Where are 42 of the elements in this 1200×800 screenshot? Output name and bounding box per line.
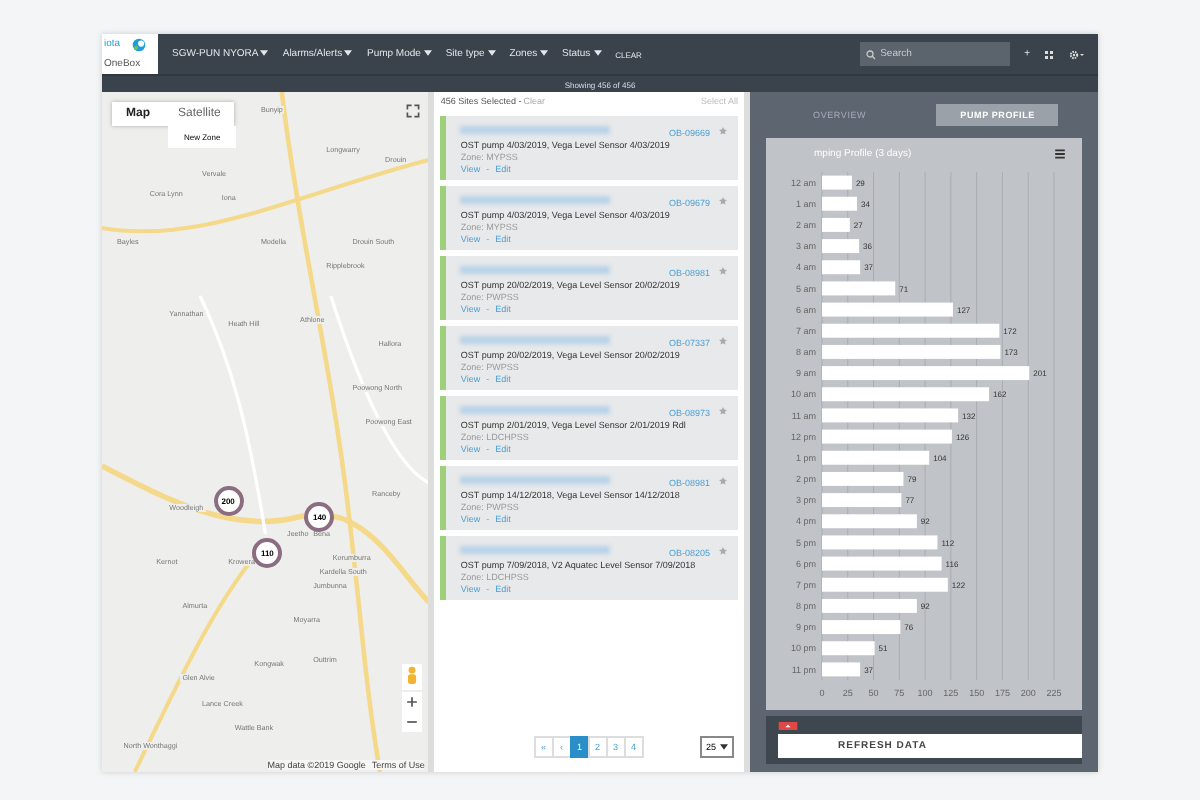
swirl-logo-icon [131,37,146,52]
bar [822,260,861,275]
search-icon [866,49,877,59]
menu-icon[interactable] [1054,148,1066,160]
star-icon[interactable] [718,265,728,275]
caret-icon [423,50,432,57]
bar [822,662,861,677]
star-icon[interactable] [718,335,728,345]
caret-icon [720,743,728,749]
bar [822,620,901,635]
star-icon[interactable] [718,125,728,135]
star-icon[interactable] [718,405,728,415]
star-icon[interactable] [718,545,728,555]
star-icon[interactable] [718,195,728,205]
bar [822,175,852,190]
bar [822,302,953,317]
star-icon[interactable] [718,475,728,485]
bar [822,217,850,232]
bar [822,556,942,571]
bar [822,514,917,529]
bar [822,598,917,613]
caret-icon [593,50,602,57]
bar [822,493,902,508]
collapse-icon[interactable] [778,722,798,730]
bar [822,641,875,656]
bar [822,535,938,550]
bar [822,239,860,254]
caret-icon [540,50,548,57]
bar [822,471,904,486]
fullscreen-icon[interactable] [406,104,421,118]
zoom-out-icon[interactable] [406,716,419,728]
caret-icon [344,50,353,57]
grid-icon[interactable] [1044,49,1054,59]
bar [822,408,959,423]
bar [822,281,896,296]
bar [822,577,948,592]
bar [822,429,952,444]
zoom-in-icon[interactable] [406,696,419,708]
bar [822,196,858,211]
caret-icon [487,50,496,57]
bar [822,450,930,465]
caret-icon [260,50,269,57]
